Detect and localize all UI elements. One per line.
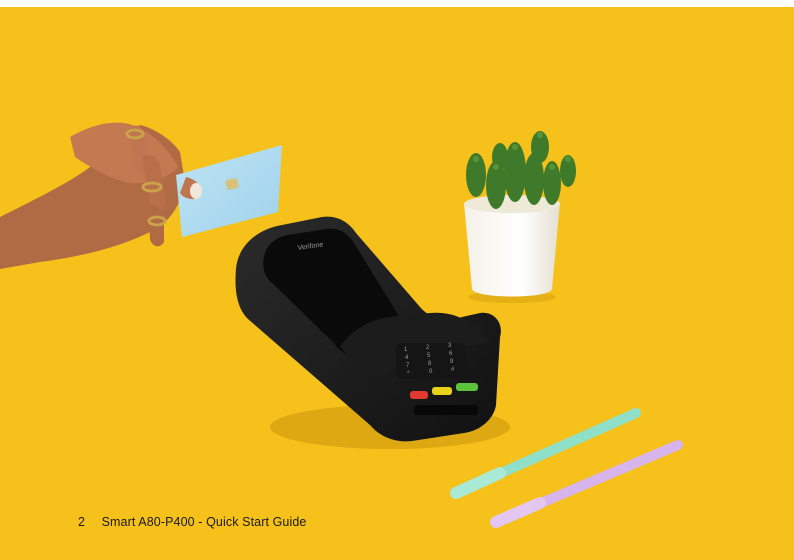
lilac-pen <box>490 440 683 528</box>
photo-illustration: Verifone 1 2 34 5 67 8 9* 0 # <box>0 122 683 528</box>
hand-holding-card <box>0 122 185 269</box>
cactus-plant <box>464 131 576 303</box>
product-photo: Verifone 1 2 3 4 5 6 7 8 9 * 0 # <box>0 7 794 560</box>
document-title: Smart A80-P400 - Quick Start Guide <box>101 515 307 529</box>
document-page: Verifone 1 2 3 4 5 6 7 8 9 * 0 # 2 Smart… <box>0 0 794 560</box>
page-footer: 2 Smart A80-P400 - Quick Start Guide <box>78 515 306 529</box>
payment-card <box>176 145 282 237</box>
page-number: 2 <box>78 515 86 529</box>
terminal-keypad: 1 2 34 5 67 8 9* 0 # <box>396 343 466 379</box>
